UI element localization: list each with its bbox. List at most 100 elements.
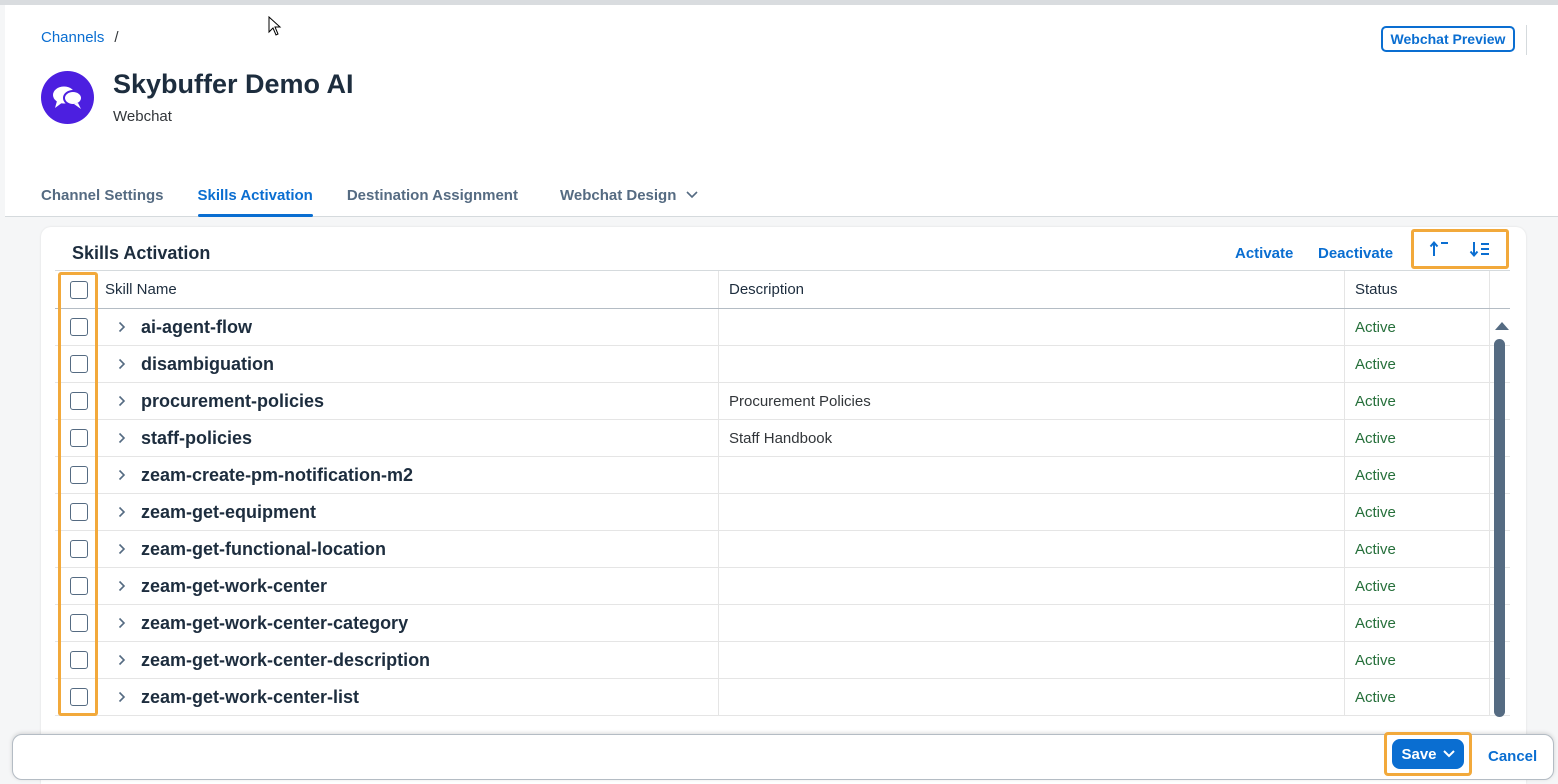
- status-text: Active: [1345, 457, 1490, 493]
- object-page-header: Channels / Webchat Preview Skybuffer Dem…: [5, 5, 1558, 217]
- mouse-cursor-icon: [268, 16, 282, 36]
- header-divider: [1526, 25, 1527, 55]
- footer-toolbar: Save Cancel: [12, 732, 1554, 780]
- skill-name: zeam-create-pm-notification-m2: [141, 464, 414, 485]
- skill-description: [719, 457, 1345, 493]
- skill-name: staff-policies: [141, 427, 253, 448]
- save-label: Save: [1401, 745, 1437, 763]
- skill-description: [719, 605, 1345, 641]
- chevron-right-icon[interactable]: [103, 506, 141, 518]
- chevron-right-icon[interactable]: [103, 358, 141, 370]
- status-text: Active: [1345, 605, 1490, 641]
- table-row[interactable]: zeam-get-equipment Active: [55, 494, 1510, 531]
- breadcrumb-link-channels[interactable]: Channels: [41, 29, 104, 46]
- row-checkbox[interactable]: [70, 688, 88, 706]
- status-text: Active: [1345, 568, 1490, 604]
- skill-name: zeam-get-equipment: [141, 501, 317, 522]
- row-checkbox[interactable]: [70, 466, 88, 484]
- chevron-right-icon[interactable]: [103, 691, 141, 703]
- activate-button[interactable]: Activate: [1235, 245, 1293, 262]
- skill-description: [719, 346, 1345, 382]
- table-row[interactable]: zeam-get-functional-location Active: [55, 531, 1510, 568]
- status-text: Active: [1345, 679, 1490, 715]
- row-checkbox[interactable]: [70, 392, 88, 410]
- row-checkbox[interactable]: [70, 355, 88, 373]
- breadcrumb: Channels /: [41, 29, 119, 46]
- row-checkbox[interactable]: [70, 503, 88, 521]
- table-row[interactable]: zeam-create-pm-notification-m2 Active: [55, 457, 1510, 494]
- chevron-down-icon: [1442, 750, 1455, 758]
- skill-name: zeam-get-work-center-category: [141, 612, 409, 633]
- save-button[interactable]: Save: [1392, 739, 1464, 769]
- sort-descending-icon[interactable]: [1469, 240, 1491, 258]
- column-header-skill-name[interactable]: Skill Name: [103, 281, 177, 298]
- webchat-preview-button[interactable]: Webchat Preview: [1381, 26, 1515, 52]
- page-title: Skybuffer Demo AI: [113, 69, 354, 99]
- breadcrumb-separator: /: [114, 29, 119, 46]
- status-text: Active: [1345, 494, 1490, 530]
- tab-label: Skills Activation: [197, 186, 313, 204]
- chevron-right-icon[interactable]: [103, 321, 141, 333]
- chevron-right-icon[interactable]: [103, 432, 141, 444]
- tab-label: Destination Assignment: [346, 186, 518, 204]
- panel-title: Skills Activation: [72, 243, 211, 263]
- row-checkbox[interactable]: [70, 577, 88, 595]
- table-row[interactable]: zeam-get-work-center-list Active: [55, 679, 1510, 716]
- skill-description: [719, 494, 1345, 530]
- tab-bar: Channel Settings Skills Activation Desti…: [41, 181, 732, 217]
- row-checkbox[interactable]: [70, 614, 88, 632]
- tab-channel-settings[interactable]: Channel Settings: [41, 181, 164, 217]
- skills-table: Skill Name Description Status ai-agent-f…: [55, 270, 1510, 716]
- save-button-highlight: Save: [1384, 732, 1472, 776]
- skill-description: Staff Handbook: [719, 420, 1345, 456]
- row-checkbox[interactable]: [70, 651, 88, 669]
- status-text: Active: [1345, 309, 1490, 345]
- status-text: Active: [1345, 420, 1490, 456]
- skill-name: zeam-get-work-center-description: [141, 649, 431, 670]
- column-header-status[interactable]: Status: [1345, 271, 1490, 308]
- chevron-right-icon[interactable]: [103, 395, 141, 407]
- row-checkbox[interactable]: [70, 429, 88, 447]
- table-row[interactable]: procurement-policies Procurement Policies…: [55, 383, 1510, 420]
- table-row[interactable]: zeam-get-work-center-category Active: [55, 605, 1510, 642]
- status-text: Active: [1345, 383, 1490, 419]
- deactivate-button[interactable]: Deactivate: [1318, 245, 1393, 262]
- skill-name: zeam-get-work-center: [141, 575, 328, 596]
- tab-webchat-design[interactable]: Webchat Design: [560, 181, 698, 217]
- cancel-button[interactable]: Cancel: [1488, 748, 1537, 765]
- tab-label: Webchat Design: [559, 186, 677, 204]
- sort-button-group: [1411, 229, 1509, 269]
- chevron-right-icon[interactable]: [103, 580, 141, 592]
- tab-skills-activation[interactable]: Skills Activation: [197, 181, 314, 217]
- column-header-description[interactable]: Description: [719, 271, 1345, 308]
- skill-description: [719, 309, 1345, 345]
- chevron-right-icon[interactable]: [103, 654, 141, 666]
- skill-description: [719, 679, 1345, 715]
- chat-bubbles-icon: [41, 71, 94, 124]
- chevron-right-icon[interactable]: [103, 469, 141, 481]
- sort-ascending-icon[interactable]: [1429, 240, 1451, 258]
- table-row[interactable]: zeam-get-work-center Active: [55, 568, 1510, 605]
- scrollbar-thumb[interactable]: [1494, 339, 1505, 717]
- status-text: Active: [1345, 531, 1490, 567]
- skill-name: ai-agent-flow: [141, 316, 252, 337]
- chevron-right-icon[interactable]: [103, 617, 141, 629]
- row-checkbox[interactable]: [70, 318, 88, 336]
- table-row[interactable]: staff-policies Staff Handbook Active: [55, 420, 1510, 457]
- chevron-right-icon[interactable]: [103, 543, 141, 555]
- skill-name: disambiguation: [141, 353, 275, 374]
- table-row[interactable]: disambiguation Active: [55, 346, 1510, 383]
- skills-activation-panel: Skills Activation Activate Deactivate Sk…: [41, 227, 1526, 784]
- skill-description: [719, 531, 1345, 567]
- chevron-down-icon[interactable]: [686, 191, 698, 199]
- table-body: ai-agent-flow Active disambiguation Active p…: [55, 309, 1510, 716]
- select-all-checkbox[interactable]: [70, 280, 88, 299]
- table-row[interactable]: zeam-get-work-center-description Active: [55, 642, 1510, 679]
- tab-destination-assignment[interactable]: Destination Assignment: [347, 181, 518, 217]
- table-scrollbar[interactable]: [1491, 319, 1509, 724]
- skill-name: zeam-get-work-center-list: [141, 686, 360, 707]
- scroll-up-arrow-icon[interactable]: [1495, 322, 1509, 330]
- table-row[interactable]: ai-agent-flow Active: [55, 309, 1510, 346]
- skill-description: [719, 642, 1345, 678]
- row-checkbox[interactable]: [70, 540, 88, 558]
